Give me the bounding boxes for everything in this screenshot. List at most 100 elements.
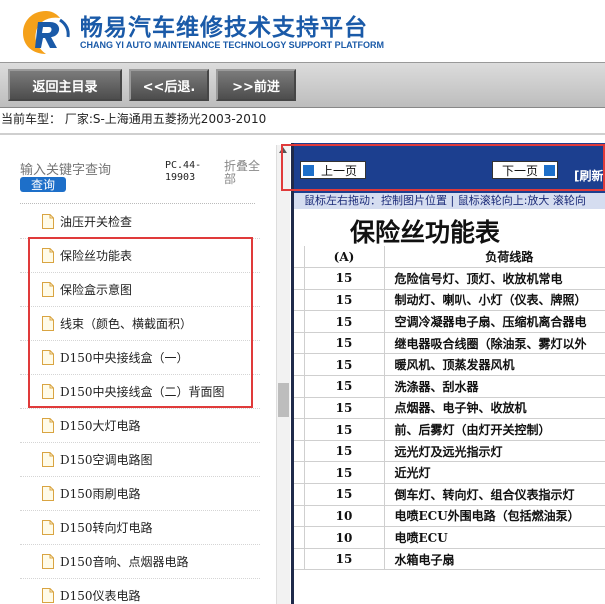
table-row: 15 制动灯、喇叭、小灯（仪表、牌照） xyxy=(294,289,605,312)
document-title: 保险丝功能表 xyxy=(350,218,501,247)
tree-item[interactable]: D150音响、点烟器电路 xyxy=(20,545,260,579)
pc-code: PC.44-19903 xyxy=(165,160,202,183)
tree-item-label: D150空调电路图 xyxy=(60,453,153,467)
load-cell: 近光灯 xyxy=(384,461,605,485)
sidebar-scrollbar[interactable] xyxy=(276,145,290,604)
document-icon xyxy=(42,588,54,603)
sidebar: 查询 PC.44-19903 折叠全部 油压开关检查保险丝功能表保险盒示意图线束… xyxy=(0,135,290,604)
amp-cell: 15 xyxy=(304,310,385,333)
table-cell xyxy=(294,375,305,398)
document-icon xyxy=(42,316,54,331)
scroll-up-icon[interactable] xyxy=(279,147,287,153)
brand-title: 畅易汽车维修技术支持平台 xyxy=(80,15,368,41)
amp-cell: 10 xyxy=(304,526,385,549)
amp-cell: 10 xyxy=(304,505,385,528)
document-icon xyxy=(42,418,54,433)
document-icon xyxy=(42,486,54,501)
table-cell xyxy=(294,526,305,549)
table-header-cell xyxy=(294,246,305,269)
tree-item[interactable]: 油压开关检查 xyxy=(20,205,260,239)
tree-item[interactable]: D150雨刷电路 xyxy=(20,477,260,511)
document-icon xyxy=(42,282,54,297)
next-page-button[interactable]: 下一页 xyxy=(492,161,558,179)
tree-item-label: D150音响、点烟器电路 xyxy=(60,555,189,569)
tree-item[interactable]: D150中央接线盒（二）背面图 xyxy=(20,375,260,409)
load-cell: 远光灯及远光指示灯 xyxy=(384,440,605,463)
table-row: 15 点烟器、电子钟、收放机 xyxy=(294,397,605,420)
load-cell: 暖风机、顶蒸发器风机 xyxy=(384,353,605,377)
current-model: 当前车型： 厂家:S-上海通用五菱扬光2003-2010 xyxy=(0,110,605,128)
tree-list: 油压开关检查保险丝功能表保险盒示意图 线束（颜色、横截面积） D150中央接线盒（一… xyxy=(20,205,260,604)
load-cell: 洗涤器、刮水器 xyxy=(384,375,605,398)
tree-item[interactable]: 线束（颜色、横截面积） xyxy=(20,307,260,341)
arrow-left-icon xyxy=(303,165,314,176)
tree-item[interactable]: 保险丝功能表 xyxy=(20,239,260,273)
search-button[interactable]: 查询 xyxy=(20,177,66,192)
fuse-table: (A) 负荷线路 15 危险信号灯、顶灯、收放机常电 15 制动灯、喇叭、小灯（仪表、… xyxy=(294,246,605,571)
forward-button[interactable]: >>前进 xyxy=(216,69,296,101)
load-cell: 前、后雾灯（由灯开关控制） xyxy=(384,418,605,441)
amp-cell: 15 xyxy=(304,353,385,377)
table-cell xyxy=(294,483,305,506)
amp-cell: 15 xyxy=(304,418,385,441)
table-body: 15 危险信号灯、顶灯、收放机常电 15 制动灯、喇叭、小灯（仪表、牌照） 15 空调冷凝… xyxy=(294,267,605,571)
nav-bar: 返回主目录 <<后退. >>前进 xyxy=(0,62,605,108)
back-to-main-button[interactable]: 返回主目录 xyxy=(8,69,122,101)
tree-item-label: 保险丝功能表 xyxy=(60,249,133,263)
table-row: 15 暖风机、顶蒸发器风机 xyxy=(294,353,605,377)
collapse-all-link[interactable]: 折叠全部 xyxy=(224,160,264,186)
amp-cell: 15 xyxy=(304,332,385,355)
arrow-right-icon xyxy=(544,165,555,176)
divider xyxy=(20,203,255,204)
load-cell: 继电器吸合线圈（除油泵、雾灯以外 xyxy=(384,332,605,355)
back-button[interactable]: <<后退. xyxy=(129,69,209,101)
amp-cell: 15 xyxy=(304,289,385,312)
scroll-thumb[interactable] xyxy=(278,383,289,417)
tree-item[interactable]: D150大灯电路 xyxy=(20,409,260,443)
table-row: 15 危险信号灯、顶灯、收放机常电 xyxy=(294,267,605,290)
prev-page-button[interactable]: 上一页 xyxy=(300,161,366,179)
document-viewer: 上一页 下一页 [刷新 鼠标左右拖动：控制图片位置 | 鼠标滚轮向上:放大 滚轮… xyxy=(291,143,605,604)
tree-item-label: D150大灯电路 xyxy=(60,419,141,433)
table-row: 10 电喷ECU xyxy=(294,526,605,549)
hint-bar: 鼠标左右拖动：控制图片位置 | 鼠标滚轮向上:放大 滚轮向 xyxy=(294,193,605,209)
table-row: 10 电喷ECU外围电路（包括燃油泵） xyxy=(294,505,605,528)
table-cell xyxy=(294,267,305,290)
load-cell: 倒车灯、转向灯、组合仪表指示灯 xyxy=(384,483,605,506)
tree-item[interactable]: D150仪表电路 xyxy=(20,579,260,604)
table-row: 15 水箱电子扇 xyxy=(294,548,605,571)
load-cell: 空调冷凝器电子扇、压缩机离合器电 xyxy=(384,310,605,333)
amp-cell: 15 xyxy=(304,548,385,571)
amp-cell: 15 xyxy=(304,397,385,420)
tree-item[interactable]: D150中央接线盒（一） xyxy=(20,341,260,375)
refresh-link[interactable]: [刷新 xyxy=(574,167,604,184)
tree-item-label: D150中央接线盒（一） xyxy=(60,351,189,365)
header: 畅易汽车维修技术支持平台 CHANG YI AUTO MAINTENANCE T… xyxy=(0,0,605,62)
tree-item[interactable]: D150转向灯电路 xyxy=(20,511,260,545)
load-cell: 电喷ECU xyxy=(384,526,605,549)
table-row: 15 前、后雾灯（由灯开关控制） xyxy=(294,418,605,441)
tree-item-label: D150雨刷电路 xyxy=(60,487,141,501)
table-row: 15 洗涤器、刮水器 xyxy=(294,375,605,398)
table-cell xyxy=(294,548,305,571)
table-cell xyxy=(294,440,305,463)
document-icon xyxy=(42,520,54,535)
tree-item-label: D150仪表电路 xyxy=(60,589,141,603)
table-cell xyxy=(294,505,305,528)
tree-item[interactable]: D150空调电路图 xyxy=(20,443,260,477)
document-icon xyxy=(42,214,54,229)
table-row: 15 远光灯及远光指示灯 xyxy=(294,440,605,463)
document-icon xyxy=(42,248,54,263)
load-cell: 点烟器、电子钟、收放机 xyxy=(384,397,605,420)
amp-cell: 15 xyxy=(304,440,385,463)
table-header-row: (A) 负荷线路 xyxy=(294,246,605,269)
table-cell xyxy=(294,418,305,441)
amp-cell: 15 xyxy=(304,267,385,290)
tree-item[interactable]: 保险盒示意图 xyxy=(20,273,260,307)
table-header-cell: (A) xyxy=(304,246,385,269)
tree-item-label: D150转向灯电路 xyxy=(60,521,153,535)
table-header-cell: 负荷线路 xyxy=(384,246,605,269)
load-cell: 水箱电子扇 xyxy=(384,548,605,571)
table-cell xyxy=(294,289,305,312)
amp-cell: 15 xyxy=(304,483,385,506)
